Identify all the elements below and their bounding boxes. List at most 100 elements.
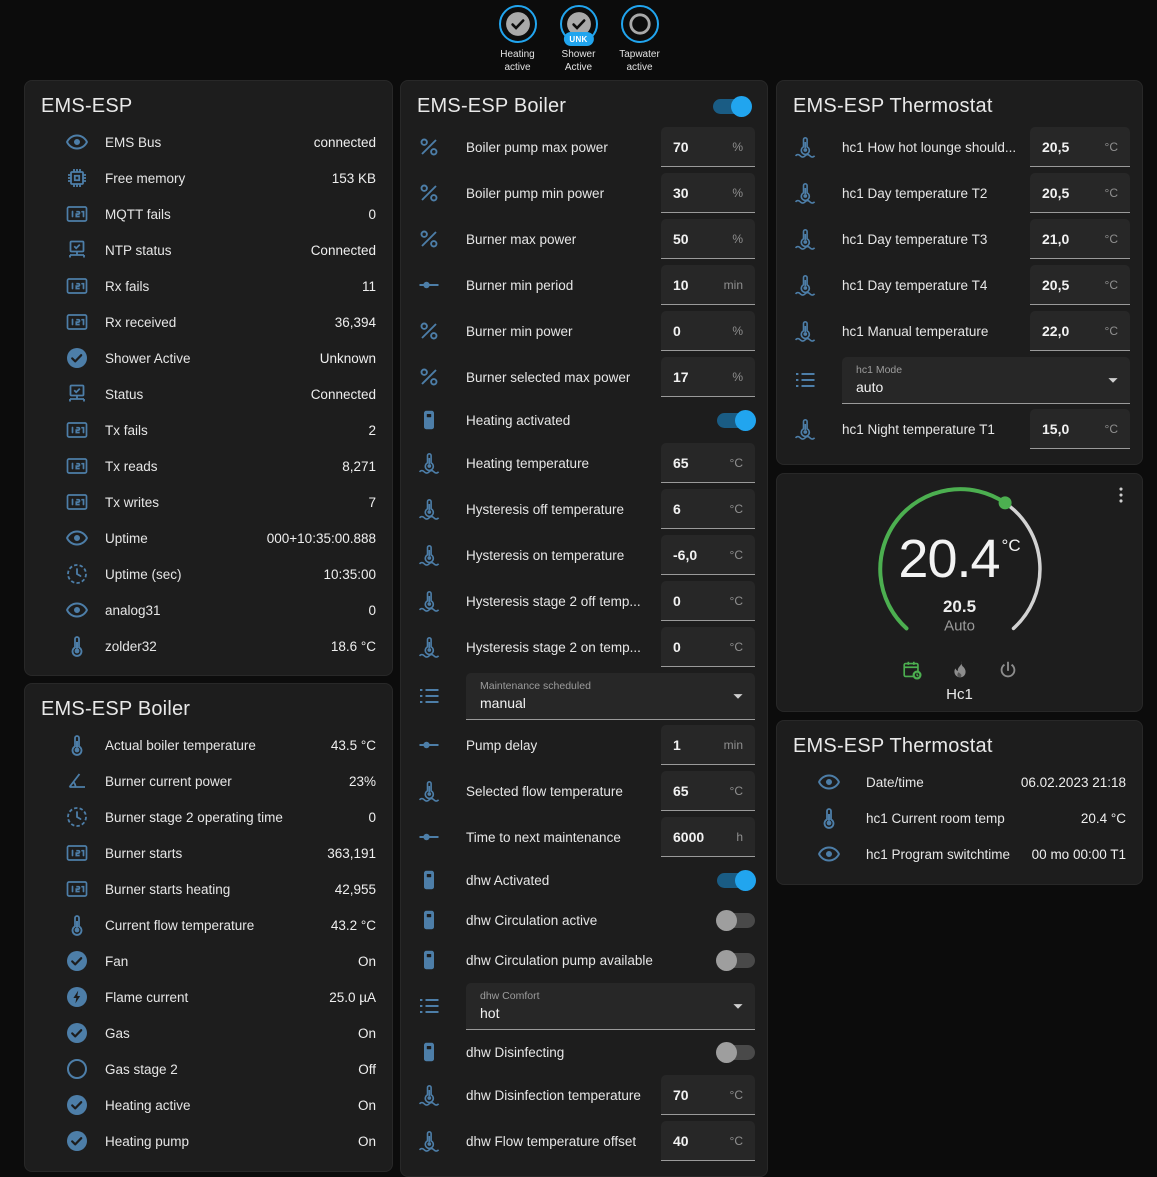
select-row[interactable]: Maintenance scheduledmanual bbox=[401, 670, 767, 722]
input-row[interactable]: Hysteresis on temperature-6,0°C bbox=[401, 532, 767, 578]
input-row[interactable]: Boiler pump max power70% bbox=[401, 124, 767, 170]
thermostat-dial[interactable]: 20.4 °C 20.5 Auto bbox=[865, 481, 1055, 633]
number-input[interactable]: 22,0°C bbox=[1030, 311, 1130, 351]
entity-row[interactable]: Gas stage 2Off bbox=[25, 1051, 392, 1087]
entity-row[interactable]: Current flow temperature43.2 °C bbox=[25, 907, 392, 943]
entity-row[interactable]: Shower ActiveUnknown bbox=[25, 340, 392, 376]
toggle-switch[interactable] bbox=[717, 913, 755, 928]
entity-row[interactable]: zolder3218.6 °C bbox=[25, 628, 392, 664]
input-row[interactable]: hc1 How hot lounge should...20,5°C bbox=[777, 124, 1142, 170]
number-input[interactable]: 65°C bbox=[661, 443, 755, 483]
entity-row[interactable]: Burner current power23% bbox=[25, 763, 392, 799]
input-row[interactable]: Hysteresis stage 2 on temp...0°C bbox=[401, 624, 767, 670]
entity-row[interactable]: Rx received36,394 bbox=[25, 304, 392, 340]
entity-row[interactable]: MQTT fails0 bbox=[25, 196, 392, 232]
badge-heating-active[interactable]: Heating active bbox=[490, 5, 546, 74]
entity-row[interactable]: Tx writes7 bbox=[25, 484, 392, 520]
number-input[interactable]: 0% bbox=[661, 311, 755, 351]
toggle-switch[interactable] bbox=[717, 873, 755, 888]
entity-row[interactable]: analog310 bbox=[25, 592, 392, 628]
entity-row[interactable]: FanOn bbox=[25, 943, 392, 979]
number-input[interactable]: 20,5°C bbox=[1030, 127, 1130, 167]
number-input[interactable]: 30% bbox=[661, 173, 755, 213]
input-row[interactable]: Hysteresis off temperature6°C bbox=[401, 486, 767, 532]
dropdown[interactable]: hc1 Modeauto bbox=[842, 357, 1130, 404]
number-input[interactable]: 65°C bbox=[661, 771, 755, 811]
number-input[interactable]: 50% bbox=[661, 219, 755, 259]
number-input[interactable]: 6°C bbox=[661, 489, 755, 529]
entity-row[interactable]: Burner starts363,191 bbox=[25, 835, 392, 871]
input-row[interactable]: dhw Flow temperature offset40°C bbox=[401, 1118, 767, 1164]
input-row[interactable]: Burner max power50% bbox=[401, 216, 767, 262]
toggle-switch[interactable] bbox=[717, 1045, 755, 1060]
dial-handle[interactable] bbox=[998, 496, 1011, 509]
input-row[interactable]: Time to next maintenance6000h bbox=[401, 814, 767, 860]
input-row[interactable]: Burner min period10min bbox=[401, 262, 767, 308]
toggle-switch[interactable] bbox=[717, 413, 755, 428]
input-row[interactable]: hc1 Day temperature T321,0°C bbox=[777, 216, 1142, 262]
input-row[interactable]: Burner selected max power17% bbox=[401, 354, 767, 400]
input-row[interactable]: Boiler pump min power30% bbox=[401, 170, 767, 216]
badge-tapwater-active[interactable]: Tapwater active bbox=[612, 5, 668, 74]
input-row[interactable]: hc1 Manual temperature22,0°C bbox=[777, 308, 1142, 354]
entity-row[interactable]: Flame current25.0 µA bbox=[25, 979, 392, 1015]
number-input[interactable]: 6000h bbox=[661, 817, 755, 857]
number-input[interactable]: 20,5°C bbox=[1030, 265, 1130, 305]
entity-row[interactable]: Burner stage 2 operating time0 bbox=[25, 799, 392, 835]
toggle-row[interactable]: dhw Circulation active bbox=[401, 900, 767, 940]
entity-row[interactable]: Heating activeOn bbox=[25, 1087, 392, 1123]
entity-row[interactable]: Actual boiler temperature43.5 °C bbox=[25, 727, 392, 763]
entity-row[interactable]: Tx reads8,271 bbox=[25, 448, 392, 484]
toggle-row[interactable]: Heating activated bbox=[401, 400, 767, 440]
input-row[interactable]: Pump delay1min bbox=[401, 722, 767, 768]
number-input[interactable]: 20,5°C bbox=[1030, 173, 1130, 213]
toggle-row[interactable]: dhw Disinfecting bbox=[401, 1032, 767, 1072]
entity-row[interactable]: hc1 Current room temp20.4 °C bbox=[777, 800, 1142, 836]
entity-row[interactable]: Rx fails11 bbox=[25, 268, 392, 304]
entity-row[interactable]: Burner starts heating42,955 bbox=[25, 871, 392, 907]
number-input[interactable]: 40°C bbox=[661, 1121, 755, 1161]
number-input[interactable]: 0°C bbox=[661, 627, 755, 667]
entity-row[interactable]: EMS Busconnected bbox=[25, 124, 392, 160]
number-input[interactable]: -6,0°C bbox=[661, 535, 755, 575]
entity-row[interactable]: NTP statusConnected bbox=[25, 232, 392, 268]
input-row[interactable]: hc1 Day temperature T220,5°C bbox=[777, 170, 1142, 216]
entity-row[interactable]: Free memory153 KB bbox=[25, 160, 392, 196]
input-row[interactable]: Burner min power0% bbox=[401, 308, 767, 354]
number-input[interactable]: 70% bbox=[661, 127, 755, 167]
number-input[interactable]: 15,0°C bbox=[1030, 409, 1130, 449]
card-header-toggle[interactable] bbox=[713, 99, 751, 114]
input-row[interactable]: dhw Disinfection temperature70°C bbox=[401, 1072, 767, 1118]
kebab-menu-icon[interactable] bbox=[1110, 484, 1132, 506]
entity-row[interactable]: Heating pumpOn bbox=[25, 1123, 392, 1159]
entity-row[interactable]: Uptime000+10:35:00.888 bbox=[25, 520, 392, 556]
heat-mode-button[interactable] bbox=[949, 659, 971, 681]
toggle-row[interactable]: dhw Activated bbox=[401, 860, 767, 900]
input-row[interactable]: Heating temperature65°C bbox=[401, 440, 767, 486]
number-input[interactable]: 0°C bbox=[661, 581, 755, 621]
input-row[interactable]: hc1 Night temperature T115,0°C bbox=[777, 406, 1142, 452]
input-row[interactable]: hc1 Day temperature T420,5°C bbox=[777, 262, 1142, 308]
entity-row[interactable]: hc1 Program switchtime00 mo 00:00 T1 bbox=[777, 836, 1142, 872]
entity-row[interactable]: Date/time06.02.2023 21:18 bbox=[777, 764, 1142, 800]
dropdown[interactable]: Maintenance scheduledmanual bbox=[466, 673, 755, 720]
dropdown[interactable]: dhw Comforthot bbox=[466, 983, 755, 1030]
entity-row[interactable]: Tx fails2 bbox=[25, 412, 392, 448]
number-input[interactable]: 1min bbox=[661, 725, 755, 765]
badge-shower-active[interactable]: UNKShower Active bbox=[551, 5, 607, 74]
select-row[interactable]: hc1 Modeauto bbox=[777, 354, 1142, 406]
auto-mode-button[interactable] bbox=[901, 659, 923, 681]
select-row[interactable]: dhw Comforthot bbox=[401, 980, 767, 1032]
number-input[interactable]: 70°C bbox=[661, 1075, 755, 1115]
entity-row[interactable]: StatusConnected bbox=[25, 376, 392, 412]
toggle-row[interactable]: dhw Circulation pump available bbox=[401, 940, 767, 980]
number-input[interactable]: 21,0°C bbox=[1030, 219, 1130, 259]
entity-row[interactable]: GasOn bbox=[25, 1015, 392, 1051]
input-row[interactable]: Selected flow temperature65°C bbox=[401, 768, 767, 814]
number-input[interactable]: 17% bbox=[661, 357, 755, 397]
input-row[interactable]: Hysteresis stage 2 off temp...0°C bbox=[401, 578, 767, 624]
power-off-mode-button[interactable] bbox=[997, 659, 1019, 681]
toggle-switch[interactable] bbox=[717, 953, 755, 968]
entity-row[interactable]: Uptime (sec)10:35:00 bbox=[25, 556, 392, 592]
number-input[interactable]: 10min bbox=[661, 265, 755, 305]
